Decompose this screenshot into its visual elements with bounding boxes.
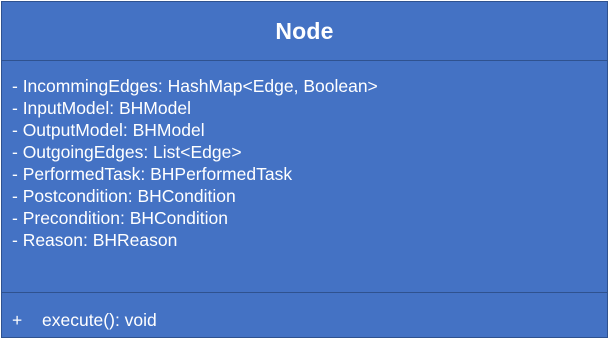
uml-class-box: Node - IncommingEdges: HashMap<Edge, Boo… — [1, 1, 608, 338]
attribute-incomming-edges: - IncommingEdges: HashMap<Edge, Boolean> — [12, 76, 378, 96]
attributes-compartment: - IncommingEdges: HashMap<Edge, Boolean>… — [2, 61, 607, 293]
attribute-postcondition: - Postcondition: BHCondition — [12, 186, 236, 206]
methods-compartment: + execute(): void — [2, 293, 607, 331]
method-execute: + execute(): void — [12, 309, 607, 331]
method-signature: execute(): void — [42, 310, 157, 330]
attribute-performed-task: - PerformedTask: BHPerformedTask — [12, 164, 293, 184]
attribute-input-model: - InputModel: BHModel — [12, 98, 191, 118]
class-name-compartment: Node — [2, 2, 607, 61]
attribute-precondition: - Precondition: BHCondition — [12, 208, 228, 228]
method-visibility: + — [12, 310, 23, 330]
attribute-output-model: - OutputModel: BHModel — [12, 120, 205, 140]
attribute-outgoing-edges: - OutgoingEdges: List<Edge> — [12, 142, 242, 162]
class-name: Node — [275, 17, 334, 44]
attribute-reason: - Reason: BHReason — [12, 230, 178, 250]
